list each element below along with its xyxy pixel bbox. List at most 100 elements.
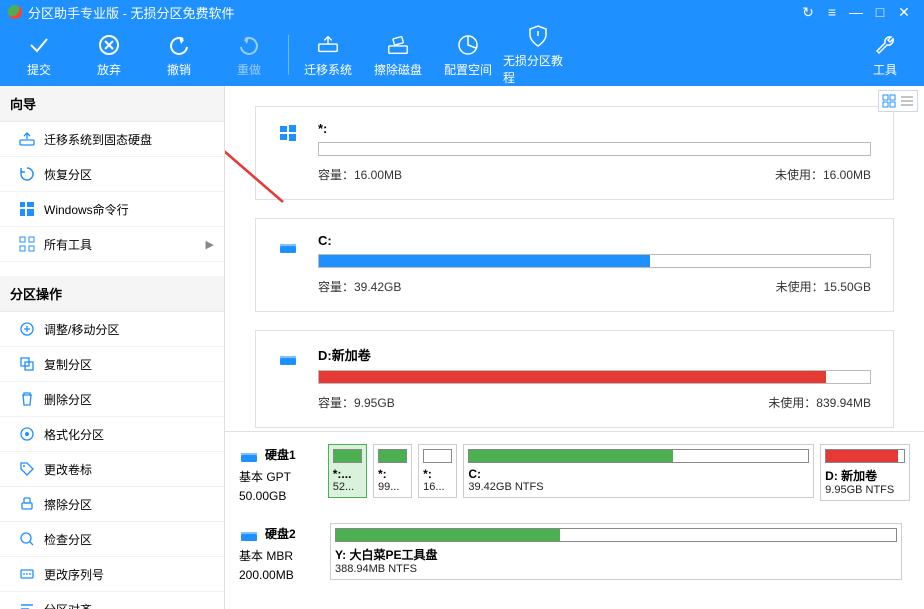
capacity-label: 容量：16.00MB [318, 166, 402, 183]
sidebar-cat-wizard: 向导 [0, 86, 224, 122]
partops-item-4[interactable]: 更改卷标 [0, 452, 224, 487]
all-tools-icon [18, 235, 36, 253]
maximize-button[interactable]: □ [868, 4, 892, 20]
discard-button[interactable]: 放弃 [74, 24, 144, 86]
sidebar-item-label: 恢复分区 [44, 166, 92, 183]
part-usage-bar [378, 449, 407, 463]
partops-item-6[interactable]: 检查分区 [0, 522, 224, 557]
partition-card-2[interactable]: D:新加卷容量：9.95GB未使用：839.94MB [255, 330, 894, 428]
partops-item-3[interactable]: 格式化分区 [0, 417, 224, 452]
part-label: *: [423, 467, 452, 481]
delete-icon [18, 390, 36, 408]
part-sublabel: 16... [423, 481, 452, 493]
partition-name: C: [318, 233, 871, 248]
part-label: *: [378, 467, 407, 481]
undo-button[interactable]: 撤销 [144, 24, 214, 86]
close-button[interactable]: ✕ [892, 4, 916, 21]
minimize-button[interactable]: — [844, 4, 868, 20]
content-area: *:容量：16.00MB未使用：16.00MBC:容量：39.42GB未使用：1… [225, 86, 924, 609]
partition-card-1[interactable]: C:容量：39.42GB未使用：15.50GB [255, 218, 894, 312]
disk0-part0[interactable]: *:...52... [328, 444, 367, 498]
part-label: Y: 大白菜PE工具盘 [335, 546, 897, 563]
redo-label: 重做 [237, 61, 261, 78]
migrate-os-button[interactable]: 迁移系统 [293, 24, 363, 86]
refresh-icon[interactable]: ↻ [796, 4, 820, 21]
partops-item-8[interactable]: 分区对齐 [0, 592, 224, 609]
main-toolbar: 提交 放弃 撤销 重做 迁移系统 擦除磁盘 配置空间 无损分区教程 工具 [0, 24, 924, 86]
sidebar-item-label: 格式化分区 [44, 426, 104, 443]
disk-map: 硬盘1基本 GPT50.00GB*:...52...*:99...*:16...… [225, 431, 924, 609]
wizard-item-2[interactable]: Windows命令行 [0, 192, 224, 227]
partops-item-1[interactable]: 复制分区 [0, 347, 224, 382]
wizard-item-0[interactable]: 迁移系统到固态硬盘 [0, 122, 224, 157]
list-view-icon[interactable] [899, 93, 915, 109]
recover-icon [18, 165, 36, 183]
disk0-part4[interactable]: D: 新加卷9.95GB NTFS [820, 444, 910, 501]
wrench-icon [873, 33, 897, 57]
partops-item-2[interactable]: 删除分区 [0, 382, 224, 417]
sidebar-item-label: Windows命令行 [44, 201, 129, 218]
disk-icon [239, 523, 259, 543]
wipe-disk-button[interactable]: 擦除磁盘 [363, 24, 433, 86]
part-sublabel: 52... [333, 481, 362, 493]
partops-item-5[interactable]: 擦除分区 [0, 487, 224, 522]
disk-meta: 硬盘2基本 MBR200.00MB [239, 523, 324, 582]
partition-card-0[interactable]: *:容量：16.00MB未使用：16.00MB [255, 106, 894, 200]
app-logo-icon [8, 5, 22, 19]
grid-view-icon[interactable] [881, 93, 897, 109]
resize-icon [18, 320, 36, 338]
usage-bar [318, 370, 871, 384]
alloc-label: 配置空间 [444, 61, 492, 78]
part-usage-bar [335, 528, 897, 542]
disk-icon [278, 235, 300, 257]
partops-item-7[interactable]: 更改序列号 [0, 557, 224, 592]
disk-icon [239, 444, 259, 464]
sidebar-item-label: 删除分区 [44, 391, 92, 408]
commit-button[interactable]: 提交 [4, 24, 74, 86]
shield-icon [526, 24, 550, 48]
sidebar-item-label: 调整/移动分区 [44, 321, 119, 338]
partition-name: *: [318, 121, 871, 136]
disk0-part1[interactable]: *:99... [373, 444, 412, 498]
disk0-part2[interactable]: *:16... [418, 444, 457, 498]
chevron-right-icon: ▶ [206, 238, 214, 251]
usage-bar [318, 254, 871, 268]
sidebar-item-label: 更改卷标 [44, 461, 92, 478]
allocate-space-button[interactable]: 配置空间 [433, 24, 503, 86]
part-usage-bar [423, 449, 452, 463]
tools-label: 工具 [873, 61, 897, 78]
partops-item-0[interactable]: 调整/移动分区 [0, 312, 224, 347]
disk0-part3[interactable]: C:39.42GB NTFS [463, 444, 814, 498]
redo-button[interactable]: 重做 [214, 24, 284, 86]
check-icon [18, 530, 36, 548]
eraser-icon [386, 33, 410, 57]
sidebar-item-label: 检查分区 [44, 531, 92, 548]
undo-label: 撤销 [167, 61, 191, 78]
undo-icon [167, 33, 191, 57]
sidebar-item-label: 迁移系统到固态硬盘 [44, 131, 152, 148]
capacity-label: 容量：9.95GB [318, 394, 395, 411]
disk-type: 基本 MBR [239, 547, 324, 564]
view-switcher[interactable] [878, 90, 918, 112]
part-sublabel: 388.94MB NTFS [335, 563, 897, 575]
disk1-part0[interactable]: Y: 大白菜PE工具盘388.94MB NTFS [330, 523, 902, 580]
wizard-item-1[interactable]: 恢复分区 [0, 157, 224, 192]
part-sublabel: 9.95GB NTFS [825, 484, 905, 496]
redo-icon [237, 33, 261, 57]
windows-icon [278, 123, 300, 145]
sidebar-item-label: 复制分区 [44, 356, 92, 373]
tutorial-label: 无损分区教程 [503, 52, 573, 86]
window-title: 分区助手专业版 - 无损分区免费软件 [28, 3, 796, 22]
tutorial-button[interactable]: 无损分区教程 [503, 24, 573, 86]
wizard-item-3[interactable]: 所有工具▶ [0, 227, 224, 262]
menu-icon[interactable]: ≡ [820, 4, 844, 20]
tools-button[interactable]: 工具 [850, 24, 920, 86]
title-bar: 分区助手专业版 - 无损分区免费软件 ↻ ≡ — □ ✕ [0, 0, 924, 24]
format-icon [18, 425, 36, 443]
label-icon [18, 460, 36, 478]
migrate-icon [18, 130, 36, 148]
sidebar-cat-partops: 分区操作 [0, 276, 224, 312]
wipe-label: 擦除磁盘 [374, 61, 422, 78]
sidebar: 向导 迁移系统到固态硬盘恢复分区 Windows命令行所有工具▶ 分区操作 调整/… [0, 86, 225, 609]
commit-label: 提交 [27, 61, 51, 78]
